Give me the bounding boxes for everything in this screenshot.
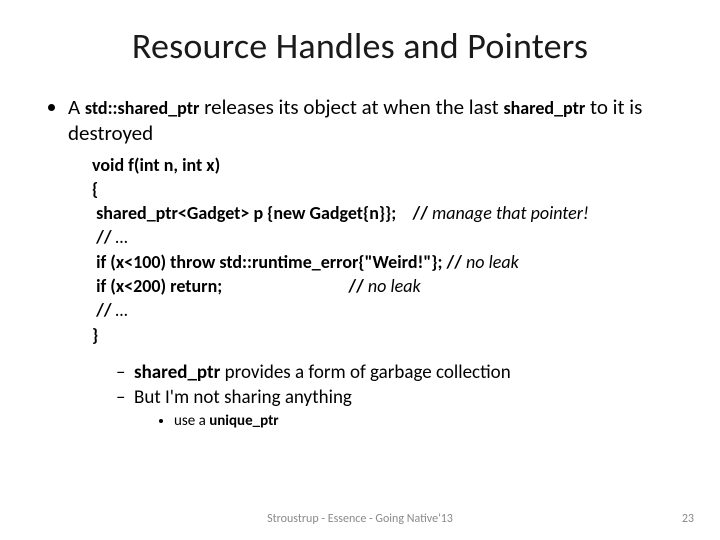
bullet-list: A std::shared_ptr releases its object at…	[44, 94, 676, 432]
code-comment: no leak	[466, 251, 519, 273]
code-line: {	[92, 178, 98, 200]
subsub-bullet-list: use a unique_ptr	[134, 412, 676, 432]
subsub-bullet: use a unique_ptr	[174, 412, 676, 432]
code-line: //	[96, 226, 111, 248]
sub-bullet-list: shared_ptr provides a form of garbage co…	[92, 361, 676, 432]
code-line: if (x<200) return;	[96, 275, 222, 297]
slide: Resource Handles and Pointers A std::sha…	[0, 0, 720, 540]
code-line: //	[96, 299, 111, 321]
page-number: 23	[682, 512, 694, 526]
slide-title: Resource Handles and Pointers	[0, 0, 720, 76]
code-comment: //	[447, 251, 462, 273]
code-comment: //	[348, 275, 363, 297]
intro-text: A std::shared_ptr releases its object at…	[68, 94, 642, 146]
sub-bullet: But I'm not sharing anything use a uniqu…	[116, 386, 676, 432]
code-comment: manage that pointer!	[432, 202, 589, 224]
code-comment: …	[116, 299, 128, 321]
code-line: shared_ptr<Gadget> p {new Gadget{n}};	[96, 202, 396, 224]
slide-body: A std::shared_ptr releases its object at…	[0, 94, 720, 432]
code-comment: no leak	[368, 275, 421, 297]
code-line: if (x<100) throw std::runtime_error{"Wei…	[96, 251, 442, 273]
code-comment: …	[116, 226, 128, 248]
code-comment: //	[412, 202, 427, 224]
code-block: void f(int n, int x) { shared_ptr<Gadget…	[92, 153, 676, 347]
sub-bullet: shared_ptr provides a form of garbage co…	[116, 361, 676, 386]
bullet-intro: A std::shared_ptr releases its object at…	[68, 94, 676, 432]
code-line: void f(int n, int x)	[92, 154, 220, 176]
code-line: }	[92, 324, 98, 346]
footer-text: Stroustrup - Essence - Going Native'13	[0, 512, 720, 526]
